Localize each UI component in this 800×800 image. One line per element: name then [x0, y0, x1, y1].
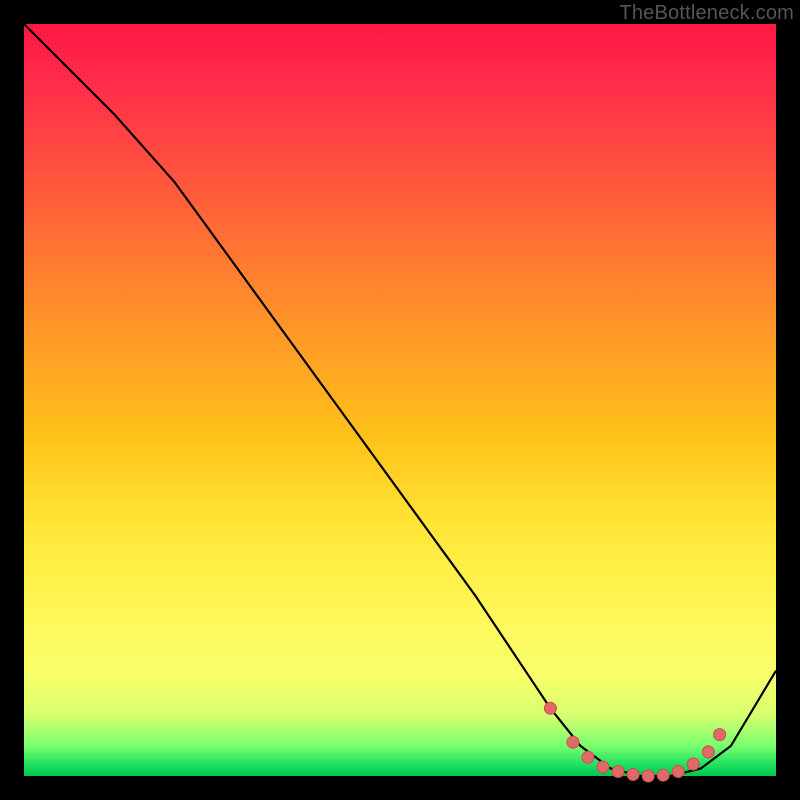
curve-marker — [687, 758, 699, 770]
curve-marker — [597, 761, 609, 773]
curve-marker — [702, 746, 714, 758]
curve-marker — [627, 769, 639, 781]
chart-frame: TheBottleneck.com — [0, 0, 800, 800]
curve-line — [24, 24, 776, 776]
curve-marker — [657, 769, 669, 781]
curve-marker — [544, 702, 556, 714]
bottleneck-curve — [24, 24, 776, 776]
curve-marker — [714, 729, 726, 741]
plot-area — [24, 24, 776, 776]
curve-marker — [612, 766, 624, 778]
watermark-text: TheBottleneck.com — [619, 2, 794, 25]
curve-marker — [642, 770, 654, 782]
curve-marker — [582, 751, 594, 763]
curve-marker — [672, 766, 684, 778]
curve-marker — [567, 736, 579, 748]
